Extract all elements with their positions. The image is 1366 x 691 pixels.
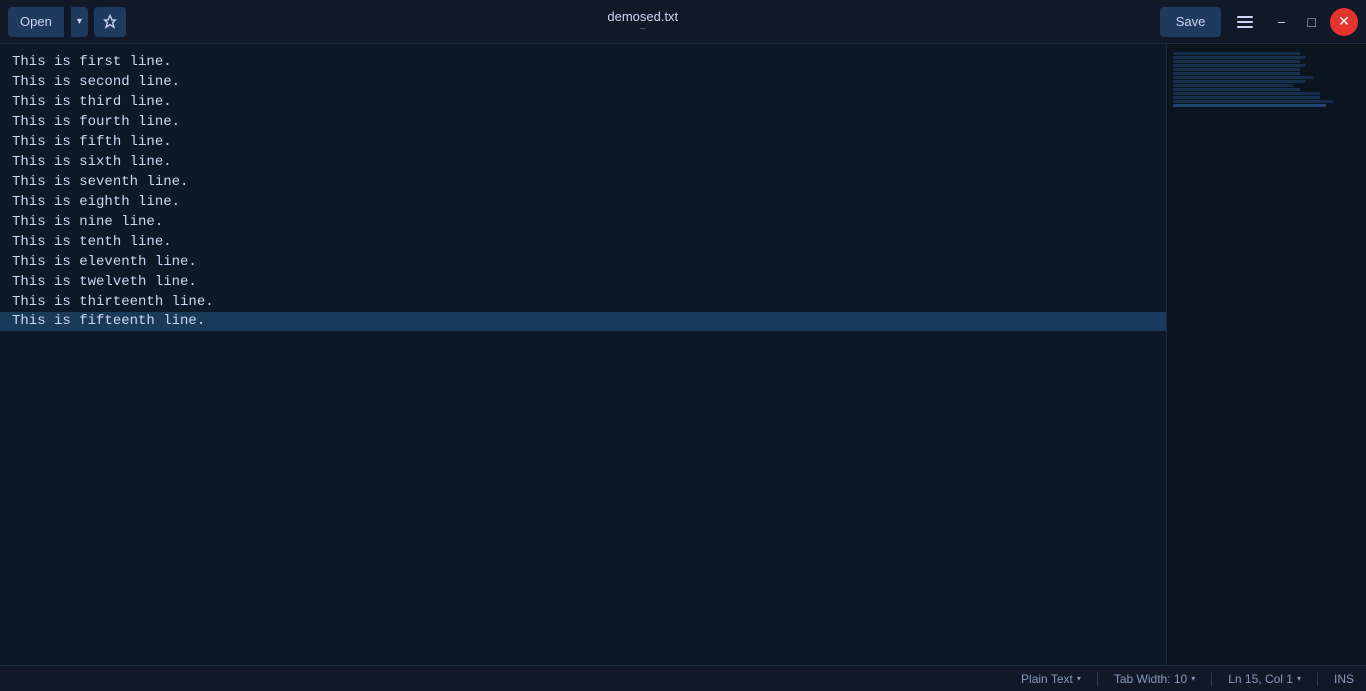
dropdown-arrow-icon: ▾	[77, 16, 82, 27]
text-line: This is eleventh line.	[12, 254, 197, 270]
cursor-position-label: Ln 15, Col 1	[1228, 672, 1293, 686]
titlebar-left: Open ▾	[8, 7, 126, 37]
status-separator-1	[1097, 672, 1098, 686]
text-line: This is eighth line.	[12, 194, 180, 210]
minimap-line	[1173, 80, 1306, 83]
insert-mode[interactable]: INS	[1334, 672, 1354, 686]
open-dropdown-button[interactable]: ▾	[70, 7, 88, 37]
save-button[interactable]: Save	[1160, 7, 1222, 37]
tab-width-dropdown-arrow: ▾	[1191, 674, 1195, 683]
language-label: Plain Text	[1021, 672, 1073, 686]
minimize-button[interactable]: −	[1269, 7, 1293, 37]
text-line: This is twelveth line.	[12, 274, 197, 290]
minimap-line	[1173, 60, 1300, 63]
minimap	[1166, 44, 1366, 665]
status-separator-3	[1317, 672, 1318, 686]
minimap-line	[1173, 92, 1320, 95]
menu-button[interactable]	[1227, 7, 1263, 37]
titlebar: Open ▾ demosed.txt ~ Save − □ ✕	[0, 0, 1366, 44]
cursor-dropdown-arrow: ▾	[1297, 674, 1301, 683]
text-line: This is nine line.	[12, 214, 163, 230]
language-dropdown-arrow: ▾	[1077, 674, 1081, 683]
minimap-line	[1173, 56, 1306, 59]
insert-mode-label: INS	[1334, 672, 1354, 686]
statusbar: Plain Text ▾ Tab Width: 10 ▾ Ln 15, Col …	[0, 665, 1366, 691]
minimap-line	[1173, 88, 1300, 91]
hamburger-icon	[1235, 14, 1255, 30]
minimap-line	[1173, 68, 1300, 71]
minimap-content	[1167, 44, 1366, 665]
titlebar-center: demosed.txt ~	[126, 9, 1160, 35]
titlebar-right: Save − □ ✕	[1160, 7, 1358, 37]
editor-main[interactable]: This is first line. This is second line. T…	[0, 44, 1166, 665]
text-line: This is second line.	[12, 74, 180, 90]
text-line: This is first line.	[12, 54, 172, 70]
text-line: This is fifteenth line.	[0, 312, 1166, 331]
minimap-line	[1173, 96, 1320, 99]
minimap-line	[1173, 76, 1313, 79]
text-line: This is fourth line.	[12, 114, 180, 130]
text-line: This is thirteenth line.	[12, 294, 214, 310]
text-line: This is tenth line.	[12, 234, 172, 250]
pin-button[interactable]	[94, 7, 126, 37]
title-filename: demosed.txt	[607, 9, 678, 24]
status-separator-2	[1211, 672, 1212, 686]
tab-width-label: Tab Width: 10	[1114, 672, 1187, 686]
minimap-line	[1173, 72, 1300, 75]
editor-container: This is first line. This is second line. T…	[0, 44, 1366, 665]
minimap-line	[1173, 64, 1306, 67]
text-line: This is sixth line.	[12, 154, 172, 170]
pin-icon	[102, 14, 118, 30]
language-selector[interactable]: Plain Text ▾	[1021, 672, 1081, 686]
editor-content[interactable]: This is first line. This is second line. T…	[0, 44, 1166, 665]
open-button[interactable]: Open	[8, 7, 64, 37]
text-line: This is seventh line.	[12, 174, 188, 190]
tab-width-selector[interactable]: Tab Width: 10 ▾	[1114, 672, 1195, 686]
maximize-button[interactable]: □	[1300, 7, 1324, 37]
minimap-line	[1173, 52, 1300, 55]
text-line: This is fifth line.	[12, 134, 172, 150]
close-button[interactable]: ✕	[1330, 8, 1358, 36]
minimap-line	[1173, 100, 1333, 103]
text-line: This is third line.	[12, 94, 172, 110]
minimap-line	[1173, 104, 1326, 107]
cursor-position[interactable]: Ln 15, Col 1 ▾	[1228, 672, 1301, 686]
title-subtitle: ~	[640, 24, 646, 35]
minimap-line	[1173, 84, 1293, 87]
